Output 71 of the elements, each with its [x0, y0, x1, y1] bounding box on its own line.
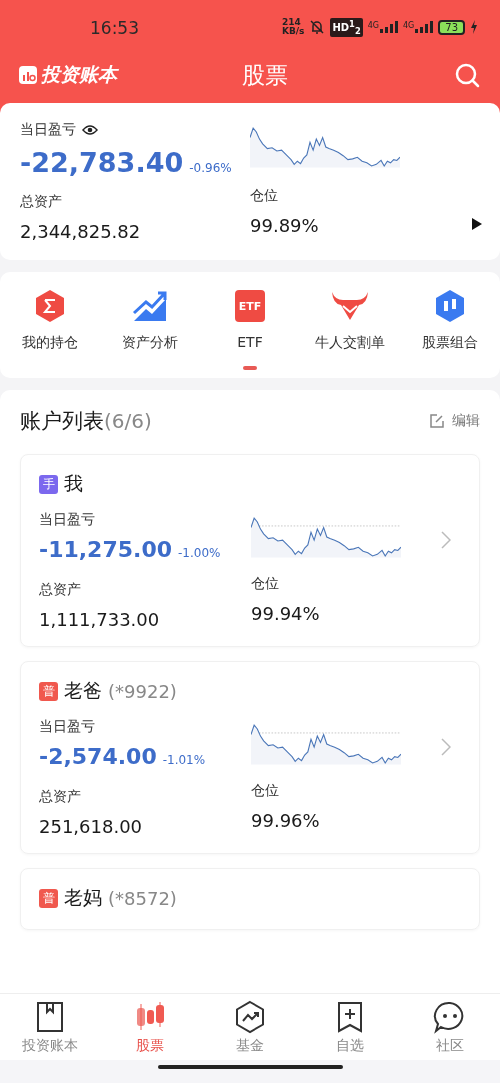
pnl-value: -22,783.40	[20, 147, 184, 178]
account-type-tag: 手	[39, 474, 58, 494]
eye-icon	[82, 122, 98, 138]
pnl-percent: -1.00%	[178, 546, 221, 560]
position-label: 仓位	[251, 575, 280, 593]
assets-label: 总资产	[20, 193, 63, 211]
search-button[interactable]	[454, 62, 480, 88]
account-card[interactable]: 普 老爸 (*9922) 当日盈亏 -2,574.00 -1.01% 总资产 251,618.00 仓位 99.96%	[20, 661, 480, 854]
sigma-hexagon-icon	[33, 289, 67, 323]
app-logo-text: 投资账本	[41, 62, 117, 87]
pnl-value: -11,275.00	[39, 537, 172, 562]
account-number: (*8572)	[108, 887, 177, 909]
assets-value: 251,618.00	[39, 816, 144, 837]
edit-button[interactable]: 编辑	[430, 412, 480, 430]
tab-item[interactable]: 投资账本	[0, 994, 100, 1061]
trend-chart-icon	[132, 289, 168, 323]
battery-indicator: 73	[438, 20, 465, 35]
shortcut-item[interactable]: 我的持仓	[0, 288, 100, 352]
position-label: 仓位	[251, 782, 280, 800]
chevron-right-icon	[441, 737, 451, 756]
assets-label: 总资产	[39, 788, 82, 806]
account-card[interactable]: 普 老妈 (*8572)	[20, 868, 480, 930]
pnl-label: 当日盈亏	[20, 121, 76, 139]
pnl-label: 当日盈亏	[39, 718, 95, 736]
tab-item[interactable]: 股票	[100, 994, 200, 1061]
assets-value: 1,111,733.00	[39, 609, 161, 630]
network-speed: 214	[281, 18, 301, 28]
position-label: 仓位	[250, 187, 279, 205]
assets-label: 总资产	[39, 581, 82, 599]
etf-icon: ETF	[235, 290, 265, 322]
assets-value: 2,344,825.82	[20, 221, 142, 242]
edit-icon	[430, 414, 444, 428]
network-label: 4G	[367, 21, 379, 31]
charging-icon	[470, 20, 478, 35]
page-title: 股票	[241, 60, 288, 90]
pnl-percent: -0.96%	[189, 161, 232, 175]
account-type-tag: 普	[39, 888, 58, 908]
account-name: 老妈	[64, 885, 102, 910]
pnl-value: -2,574.00	[39, 744, 157, 769]
network-label: 4G	[402, 21, 415, 31]
account-type-tag: 普	[39, 681, 58, 701]
pnl-percent: -1.01%	[162, 753, 206, 767]
play-icon	[472, 218, 482, 230]
fund-icon	[233, 1000, 267, 1034]
signal-icon	[379, 21, 398, 34]
account-name: 我	[64, 471, 83, 496]
signal-icon	[415, 21, 434, 34]
position-value: 99.94%	[251, 603, 321, 624]
shortcut-item[interactable]: 股票组合	[400, 288, 500, 352]
tab-item[interactable]: 基金	[200, 994, 300, 1061]
account-card[interactable]: 手 我 当日盈亏 -11,275.00 -1.00% 总资产 1,111,733.00 仓位 99.94%	[20, 454, 480, 647]
bell-muted-icon	[309, 19, 326, 36]
search-icon	[454, 62, 480, 88]
shortcut-item[interactable]: 牛人交割单	[300, 288, 400, 352]
account-number: (*9922)	[108, 680, 177, 702]
ledger-icon	[18, 65, 38, 85]
pnl-label: 当日盈亏	[39, 511, 95, 529]
section-title: 账户列表	[20, 408, 104, 435]
account-count: (6/6)	[104, 409, 152, 433]
bull-head-icon	[331, 290, 369, 322]
candlestick-hexagon-icon	[433, 289, 467, 323]
account-name: 老爸	[64, 678, 102, 703]
tab-item[interactable]: 社区	[400, 994, 500, 1061]
speed-unit: KB/s	[281, 27, 305, 37]
status-time: 16:53	[90, 17, 139, 38]
shortcut-item[interactable]: 资产分析	[100, 288, 200, 352]
tab-item[interactable]: 自选	[300, 994, 400, 1061]
shortcut-item[interactable]: ETF ETF	[200, 288, 300, 352]
chevron-right-icon	[441, 530, 451, 549]
position-value: 99.89%	[250, 215, 320, 236]
position-value: 99.96%	[251, 810, 321, 831]
